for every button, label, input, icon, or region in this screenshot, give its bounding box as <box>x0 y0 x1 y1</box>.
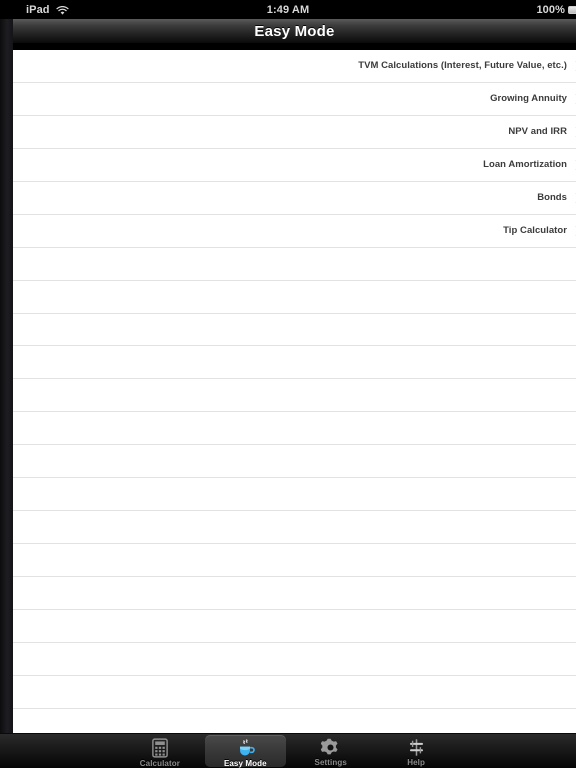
easy-mode-list[interactable]: TVM Calculations (Interest, Future Value… <box>13 50 576 733</box>
list-item-empty <box>13 247 576 281</box>
list-item[interactable]: NPV and IRR <box>13 115 576 149</box>
list-item[interactable]: Tip Calculator <box>13 214 576 248</box>
calculator-icon <box>152 738 168 758</box>
list-item-empty <box>13 544 576 577</box>
list-item-empty <box>13 280 576 314</box>
tab-settings-label: Settings <box>314 758 347 767</box>
status-bar: iPad 1:49 AM 100% <box>0 0 576 19</box>
tab-settings[interactable]: Settings <box>290 735 371 767</box>
navigation-bar-shadow <box>13 43 576 50</box>
tab-calculator-label: Calculator <box>139 759 180 768</box>
coffee-cup-icon <box>234 738 256 758</box>
list-item[interactable]: TVM Calculations (Interest, Future Value… <box>13 50 576 83</box>
tab-easy-mode-label: Easy Mode <box>223 759 267 768</box>
list-item-label: Tip Calculator <box>503 225 567 237</box>
list-item-label: TVM Calculations (Interest, Future Value… <box>358 60 567 72</box>
tab-bar-left-spacer <box>0 734 117 768</box>
battery-full-icon <box>568 5 576 14</box>
list-item-empty <box>13 313 576 347</box>
sliders-icon <box>407 738 426 757</box>
list-item-empty <box>13 478 576 512</box>
tab-bar[interactable]: Calculator Easy Mode Settings Help <box>0 733 576 768</box>
list-item-label: Growing Annuity <box>490 93 567 105</box>
list-item-empty <box>13 642 576 676</box>
status-bar-right: 100% <box>536 4 576 16</box>
status-bar-clock: 1:49 AM <box>266 3 310 16</box>
tab-help[interactable]: Help <box>375 735 456 767</box>
list-item-empty <box>13 445 576 479</box>
tab-bar-right-spacer <box>459 734 576 768</box>
screen-left-bezel <box>0 19 13 733</box>
list-item-empty <box>13 577 576 610</box>
list-item-empty <box>13 379 576 413</box>
page-title: Easy Mode <box>254 22 335 40</box>
list-item-label: NPV and IRR <box>508 126 567 138</box>
list-item[interactable]: Loan Amortization <box>13 148 576 182</box>
list-item[interactable]: Growing Annuity <box>13 82 576 116</box>
list-item-label: Bonds <box>537 192 567 204</box>
list-item-empty <box>13 675 576 709</box>
list-item[interactable]: Bonds <box>13 181 576 215</box>
tab-easy-mode[interactable]: Easy Mode <box>204 735 286 768</box>
list-item-empty <box>13 609 576 643</box>
gear-icon <box>321 738 340 757</box>
tab-calculator[interactable]: Calculator <box>119 735 200 768</box>
list-item-empty <box>13 346 576 380</box>
list-item-label: Loan Amortization <box>483 159 567 171</box>
tab-help-label: Help <box>407 758 425 767</box>
ipad-screen: iPad 1:49 AM 100% Easy Mode TVM Calculat… <box>0 0 576 768</box>
empty-rows-container <box>13 247 576 709</box>
navigation-bar: Easy Mode <box>13 19 576 43</box>
battery-percent-label: 100% <box>536 3 565 16</box>
list-item-empty <box>13 412 576 446</box>
list-item-empty <box>13 511 576 545</box>
